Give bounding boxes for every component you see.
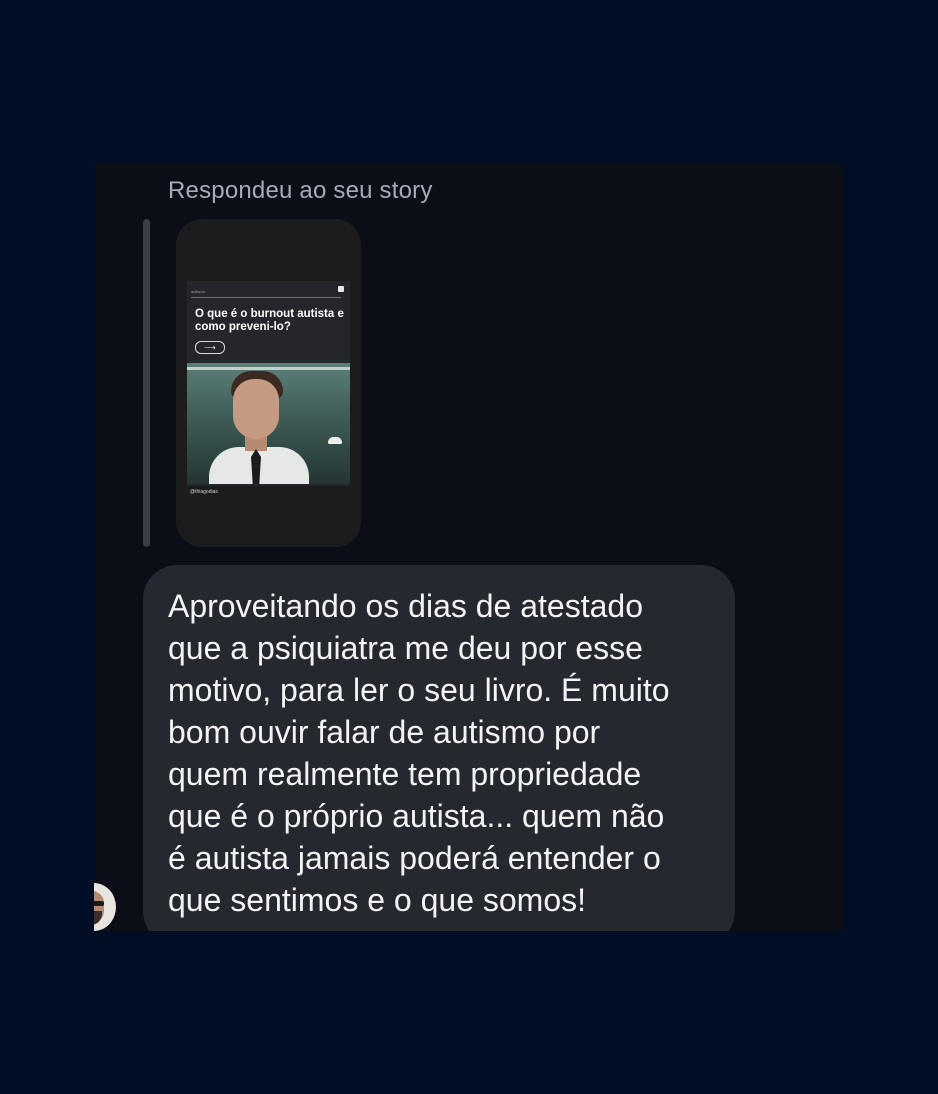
photo-face [233, 379, 279, 439]
avatar-beard [94, 911, 102, 925]
story-reply-label: Respondeu ao seu story [168, 177, 433, 204]
copy-icon [338, 286, 344, 292]
avatar-glasses [94, 901, 104, 906]
message-text: Aproveitando os dias de atestado que a p… [168, 588, 670, 918]
reply-quote-bar [143, 219, 150, 547]
sender-avatar[interactable] [94, 883, 116, 931]
story-divider [191, 297, 341, 298]
story-tiny-text: autismo [191, 289, 206, 294]
chat-panel: Respondeu ao seu story autismo O que é o… [94, 163, 844, 931]
arrow-right-icon: ⟶ [195, 341, 225, 354]
story-preview[interactable]: autismo O que é o burnout autista e como… [176, 219, 361, 547]
story-headline: O que é o burnout autista e como preveni… [195, 308, 344, 333]
story-handle: @thiagodias [190, 489, 218, 495]
photo-lamp [328, 437, 342, 444]
photo-ceiling-light [187, 367, 350, 370]
message-bubble[interactable]: Aproveitando os dias de atestado que a p… [143, 565, 735, 931]
story-post-content: autismo O que é o burnout autista e como… [187, 281, 350, 486]
story-photo [187, 363, 350, 484]
